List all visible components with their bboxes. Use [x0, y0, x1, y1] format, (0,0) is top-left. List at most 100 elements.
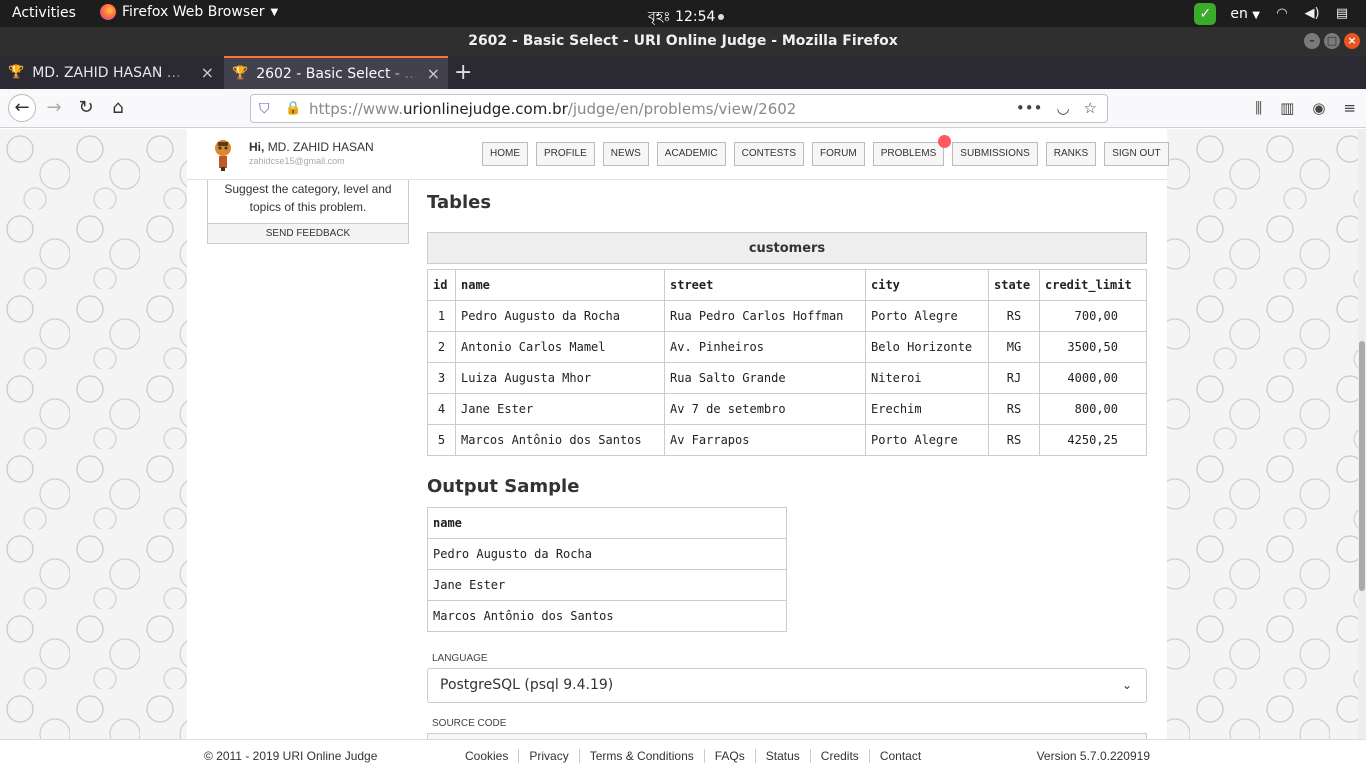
table-cell: Porto Alegre — [865, 300, 989, 332]
tracking-shield-icon[interactable]: ⛉ — [259, 101, 279, 117]
web-page: Hi, MD. ZAHID HASAN zahidcse15@gmail.com… — [0, 129, 1366, 739]
menu-submissions[interactable]: SUBMISSIONS — [952, 142, 1038, 166]
version: Version 5.7.0.220919 — [1036, 749, 1150, 763]
gnome-top-bar: Activities Firefox Web Browser ▼ বৃহঃ 12… — [0, 0, 1366, 27]
output-sample-heading: Output Sample — [427, 476, 580, 497]
footer-link-cookies[interactable]: Cookies — [465, 749, 518, 763]
table-cell: Belo Horizonte — [865, 331, 989, 363]
page-scrollbar[interactable] — [1358, 129, 1366, 739]
wifi-icon[interactable]: ◠ — [1274, 7, 1290, 21]
table-cell: RJ — [988, 362, 1040, 394]
tab-problem[interactable]: 🏆 2602 - Basic Select - URI Online Judge… — [224, 56, 448, 89]
pocket-icon[interactable]: ◡ — [1056, 99, 1069, 117]
table-cell: 3500,50 — [1039, 331, 1147, 363]
table-cell: 5 — [427, 424, 456, 456]
sidebar-icon[interactable]: ▥ — [1280, 99, 1294, 117]
column-header: state — [988, 269, 1040, 301]
update-check-icon[interactable]: ✓ — [1194, 3, 1217, 25]
table-row: 4 Jane Ester Av 7 de setembro Erechim RS… — [427, 393, 1147, 425]
table-row: Pedro Augusto da Rocha — [427, 538, 787, 570]
menu-profile[interactable]: PROFILE — [536, 142, 595, 166]
site-header: Hi, MD. ZAHID HASAN zahidcse15@gmail.com… — [187, 129, 1169, 180]
url-bar[interactable]: ⛉ 🔒 https://www.urionlinejudge.com.br/ju… — [250, 94, 1108, 123]
notification-dot — [718, 14, 725, 20]
footer-link-privacy[interactable]: Privacy — [518, 749, 578, 763]
footer-link-terms[interactable]: Terms & Conditions — [578, 749, 704, 763]
greeting: Hi, MD. ZAHID HASAN — [249, 140, 374, 154]
close-tab-icon[interactable]: × — [201, 63, 214, 82]
tab-title: 2602 - Basic Select - URI Online Judge — [256, 65, 418, 82]
back-button[interactable]: ← — [8, 94, 36, 122]
menu-problems[interactable]: PROBLEMS — [872, 135, 952, 166]
send-feedback-button[interactable]: SEND FEEDBACK — [208, 223, 408, 243]
window-title-bar: 2602 - Basic Select - URI Online Judge -… — [0, 27, 1366, 56]
table-cell: Marcos Antônio dos Santos — [455, 424, 665, 456]
app-menu[interactable]: Firefox Web Browser ▼ — [100, 4, 278, 20]
home-button[interactable]: ⌂ — [106, 97, 130, 121]
menu-news[interactable]: NEWS — [602, 142, 649, 166]
column-header: credit_limit — [1039, 269, 1147, 301]
chevron-down-icon: ▼ — [1252, 10, 1260, 21]
clock-label: বৃহঃ 12:54 — [648, 9, 716, 25]
system-menu-icon[interactable]: ▤ — [1334, 7, 1350, 21]
user-name[interactable]: MD. ZAHID HASAN — [268, 140, 374, 154]
chevron-down-icon: ▼ — [270, 6, 279, 18]
customers-table-caption: customers — [427, 232, 1147, 264]
main-menu: HOME PROFILE NEWS ACADEMIC CONTESTS FORU… — [482, 135, 1169, 166]
table-header-row: id name street city state credit_limit — [427, 269, 1147, 301]
language-indicator[interactable]: en ▼ — [1230, 6, 1260, 22]
hamburger-menu-icon[interactable]: ≡ — [1343, 99, 1356, 117]
firefox-icon — [100, 4, 116, 20]
table-row: 2 Antonio Carlos Mamel Av. Pinheiros Bel… — [427, 331, 1147, 363]
scrollbar-thumb[interactable] — [1359, 341, 1365, 591]
footer-link-contact[interactable]: Contact — [868, 749, 931, 763]
footer-link-faqs[interactable]: FAQs — [703, 749, 755, 763]
table-cell: 2 — [427, 331, 456, 363]
table-cell: MG — [988, 331, 1040, 363]
activities-button[interactable]: Activities — [12, 5, 76, 21]
app-menu-label: Firefox Web Browser — [122, 4, 265, 20]
minimize-button[interactable]: – — [1304, 33, 1320, 49]
table-cell: 700,00 — [1039, 300, 1147, 332]
close-window-button[interactable]: × — [1344, 33, 1360, 49]
avatar[interactable] — [209, 137, 237, 171]
table-cell: Rua Salto Grande — [664, 362, 866, 394]
menu-home[interactable]: HOME — [482, 142, 528, 166]
library-icon[interactable]: ⫼ — [1255, 99, 1262, 117]
column-header: street — [664, 269, 866, 301]
url-domain: urionlinejudge.com.br — [402, 99, 568, 118]
menu-contests[interactable]: CONTESTS — [733, 142, 805, 166]
forward-button[interactable]: → — [42, 97, 66, 121]
url-path: /judge/en/problems/view/2602 — [567, 99, 797, 118]
footer-link-status[interactable]: Status — [754, 749, 810, 763]
table-cell: Niteroi — [865, 362, 989, 394]
menu-sign-out[interactable]: SIGN OUT — [1104, 142, 1169, 166]
volume-icon[interactable]: ◀) — [1304, 7, 1320, 21]
maximize-button[interactable]: □ — [1324, 33, 1340, 49]
account-icon[interactable]: ◉ — [1312, 99, 1325, 117]
menu-ranks[interactable]: RANKS — [1045, 142, 1097, 166]
copyright: © 2011 - 2019 URI Online Judge — [204, 749, 378, 763]
table-row: 1 Pedro Augusto da Rocha Rua Pedro Carlo… — [427, 300, 1147, 332]
feedback-text: Suggest the category, level and topics o… — [224, 182, 392, 214]
menu-forum[interactable]: FORUM — [812, 142, 865, 166]
table-cell: Luiza Augusta Mhor — [455, 362, 665, 394]
chevron-down-icon: ⌄ — [1121, 678, 1132, 692]
table-row: 5 Marcos Antônio dos Santos Av Farrapos … — [427, 424, 1147, 456]
clock[interactable]: বৃহঃ 12:54 — [648, 5, 725, 29]
language-select[interactable]: PostgreSQL (psql 9.4.19) ⌄ — [427, 668, 1147, 703]
bookmark-star-icon[interactable]: ☆ — [1084, 99, 1097, 117]
lock-icon[interactable]: 🔒 — [285, 101, 303, 116]
page-actions-icon[interactable]: ••• — [1016, 99, 1043, 117]
table-cell: Marcos Antônio dos Santos — [427, 600, 787, 632]
menu-academic[interactable]: ACADEMIC — [656, 142, 726, 166]
new-tab-button[interactable]: + — [454, 60, 472, 85]
table-cell: 4 — [427, 393, 456, 425]
table-cell: 800,00 — [1039, 393, 1147, 425]
footer-link-credits[interactable]: Credits — [809, 749, 869, 763]
reload-button[interactable]: ↻ — [74, 97, 98, 121]
tab-profile[interactable]: 🏆 MD. ZAHID HASAN @ URI Online Judge × — [0, 56, 222, 89]
close-tab-icon[interactable]: × — [427, 64, 440, 83]
url-text[interactable]: https://www.urionlinejudge.com.br/judge/… — [309, 100, 796, 118]
table-cell: Antonio Carlos Mamel — [455, 331, 665, 363]
